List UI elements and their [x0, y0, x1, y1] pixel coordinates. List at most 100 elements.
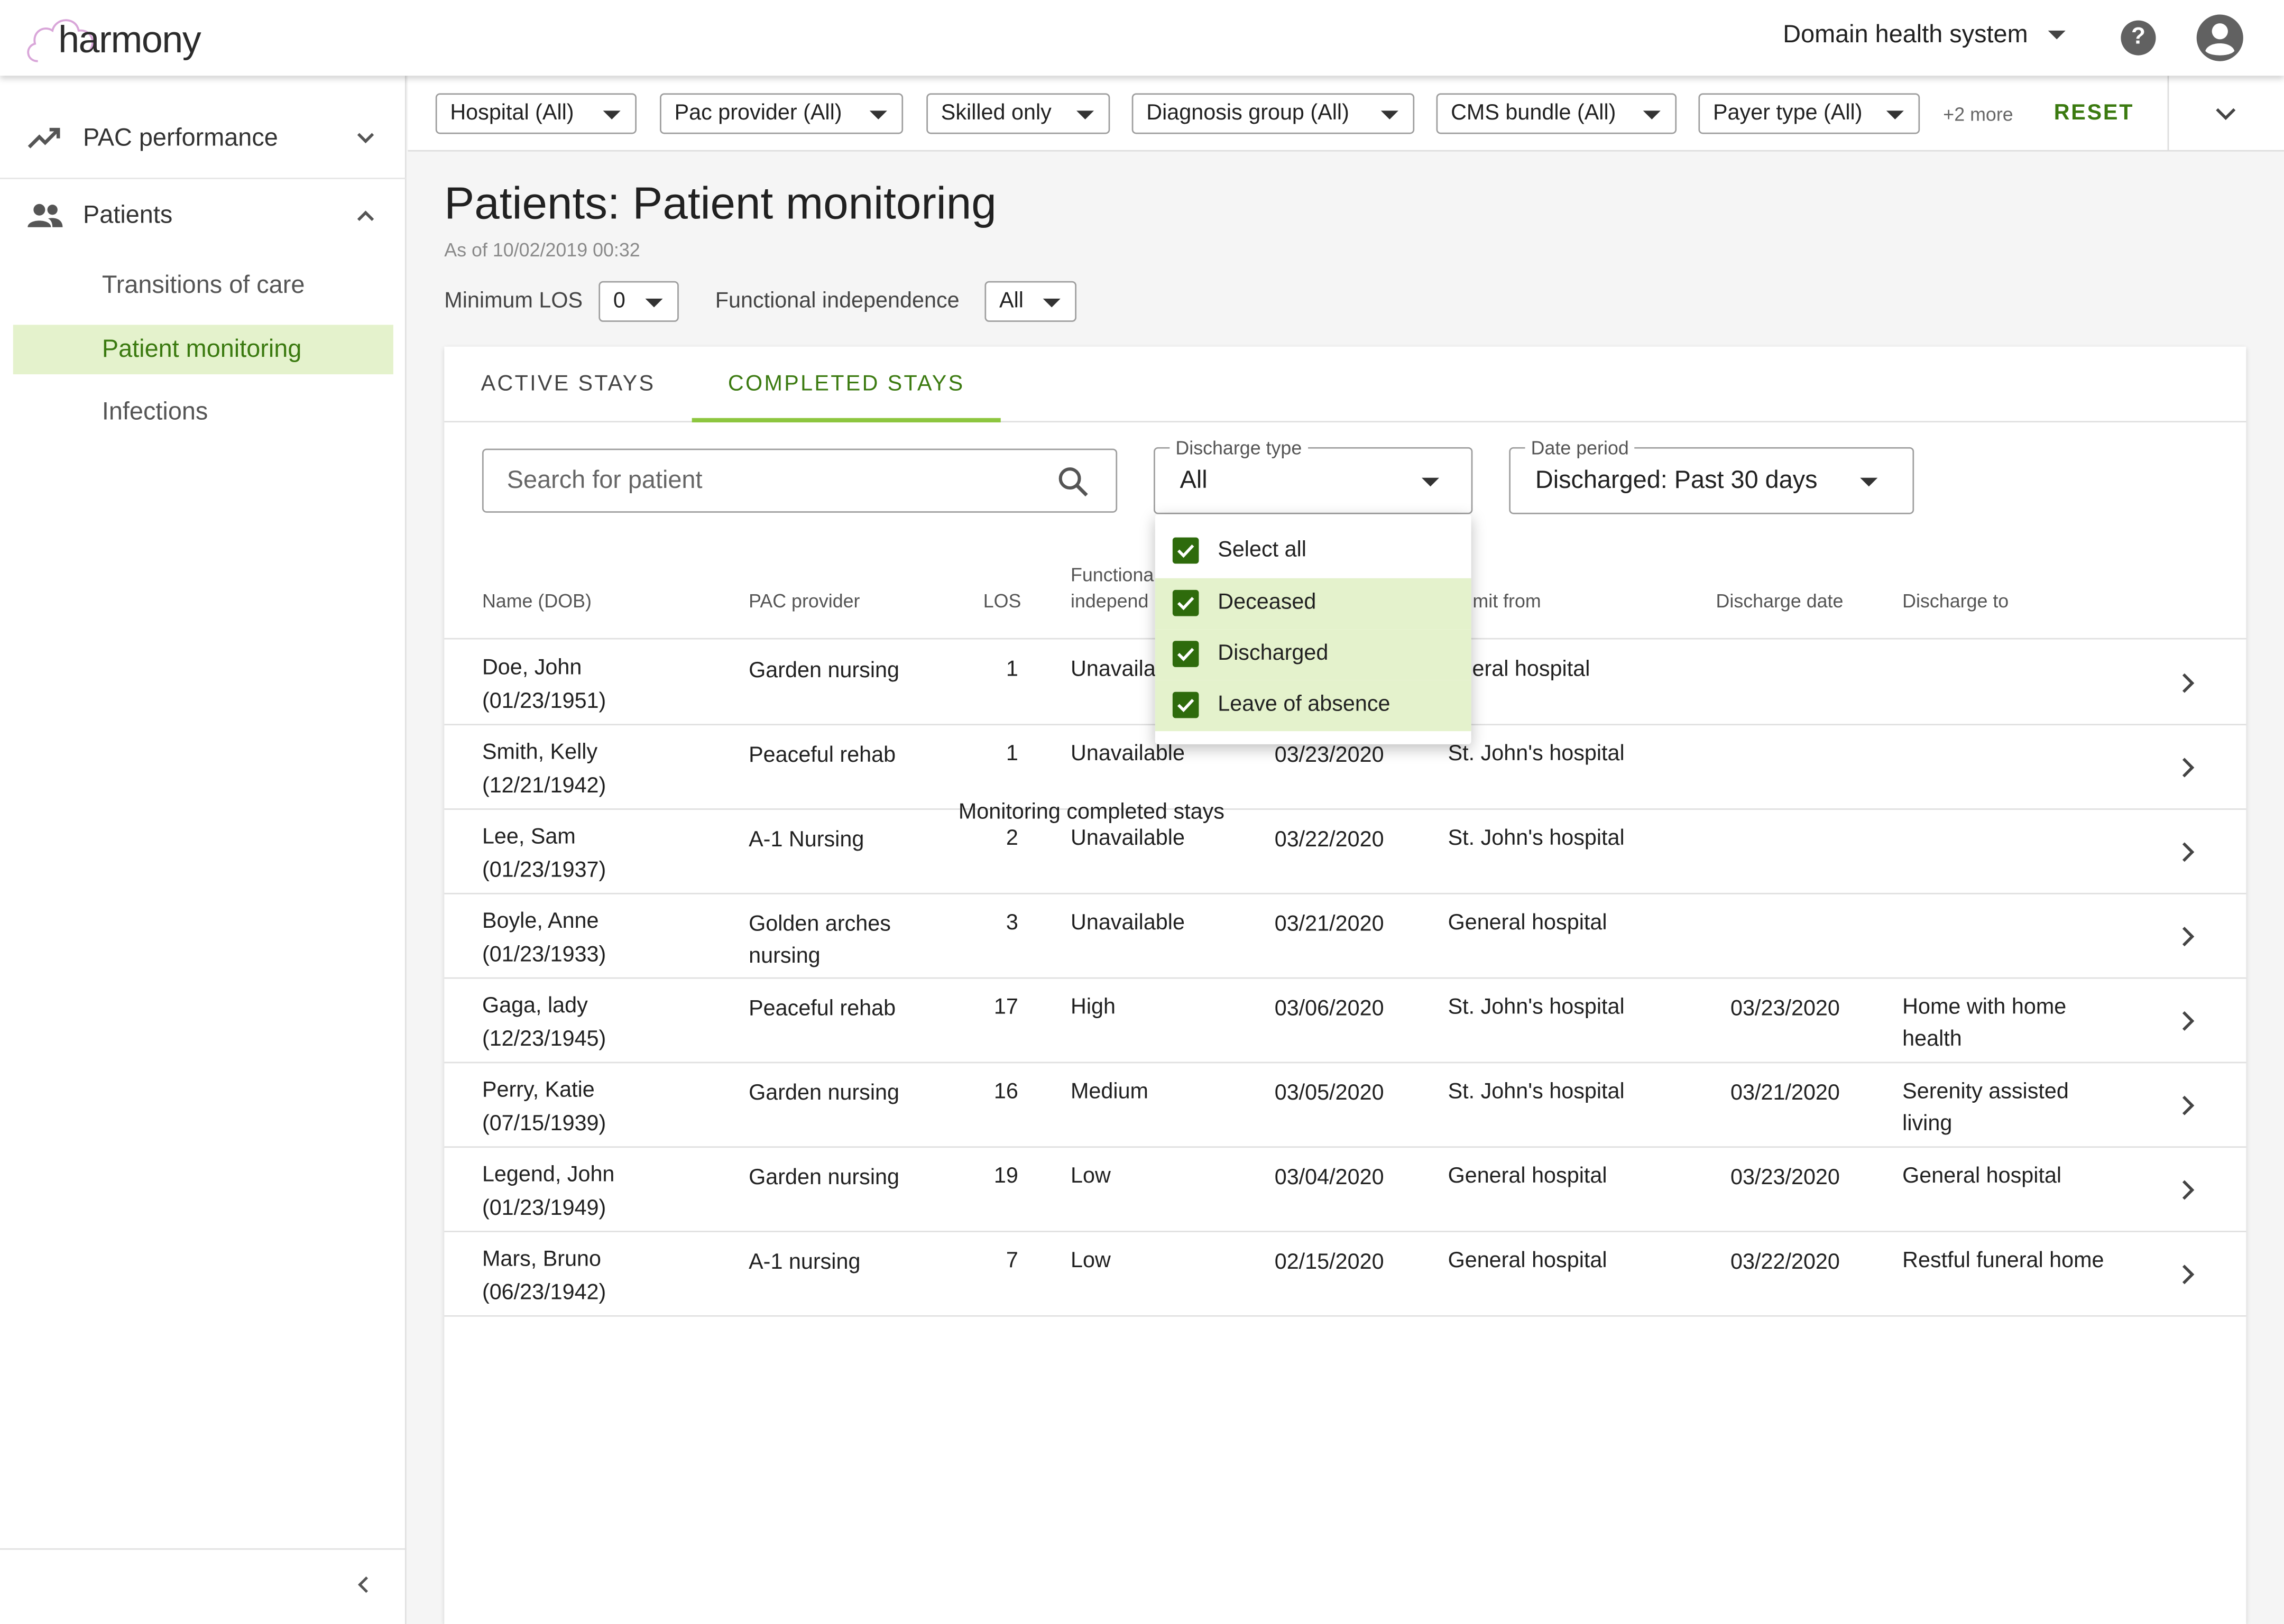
admit-from: St. John's hospital — [1448, 741, 1625, 767]
chevron-right-icon[interactable] — [2180, 1178, 2195, 1202]
patient-name: Perry, Katie — [482, 1077, 595, 1103]
filter-hospital[interactable]: Hospital (All) — [435, 93, 637, 134]
patient-dob: (06/23/1942) — [482, 1280, 606, 1305]
table-row[interactable]: Lee, Sam (01/23/1937) A-1 Nursing 2 Unav… — [444, 810, 2246, 894]
column-header-provider[interactable]: PAC provider — [749, 590, 860, 612]
account-circle-icon[interactable] — [2195, 13, 2245, 63]
filter-diagnosis-group[interactable]: Diagnosis group (All) — [1131, 93, 1415, 134]
filter-cms-bundle[interactable]: CMS bundle (All) — [1436, 93, 1677, 134]
chevron-right-icon[interactable] — [2180, 925, 2195, 948]
organization-select[interactable]: Domain health system — [1783, 21, 2066, 50]
search-icon[interactable] — [1056, 465, 1091, 500]
pac-provider: Golden arches — [749, 911, 891, 937]
chevron-right-icon[interactable] — [2180, 1263, 2195, 1286]
sidebar-section-patients[interactable]: Patients — [0, 178, 407, 253]
functional-independence: Medium — [1070, 1079, 1149, 1104]
menu-item-leave-of-absence[interactable]: Leave of absence — [1155, 680, 1471, 732]
sidebar-section-label: PAC performance — [83, 124, 278, 152]
column-header-los[interactable]: LOS — [983, 590, 1021, 612]
pac-provider: Garden nursing — [749, 1081, 900, 1106]
filter-label: Skilled only — [941, 100, 1052, 125]
sidebar-item-infections[interactable]: Infections — [13, 387, 393, 437]
functional-independence-select[interactable]: All — [984, 281, 1077, 322]
column-header-name[interactable]: Name (DOB) — [482, 590, 592, 612]
menu-item-select-all[interactable]: Select all — [1155, 526, 1471, 577]
column-header-functional[interactable]: Functiona — [1071, 564, 1154, 585]
filter-label: Payer type (All) — [1712, 100, 1863, 125]
admit-date: 03/23/2020 — [1274, 743, 1384, 768]
discharge-to: General hospital — [1902, 1164, 2062, 1189]
more-filters-link[interactable]: +2 more — [1943, 104, 2013, 125]
harmony-logo[interactable]: harmony — [23, 9, 227, 67]
date-period-value: Discharged: Past 30 days — [1535, 466, 1818, 494]
chevron-left-icon[interactable] — [354, 1574, 374, 1595]
help-icon[interactable]: ? — [2121, 20, 2156, 56]
chevron-down-icon[interactable] — [2214, 105, 2237, 122]
sidebar-section-label: Patients — [83, 201, 173, 229]
menu-item-label: Deceased — [1218, 589, 1316, 615]
menu-item-label: Select all — [1218, 537, 1306, 562]
filter-skilled[interactable]: Skilled only — [926, 93, 1110, 134]
date-period-select[interactable]: Date period Discharged: Past 30 days — [1509, 437, 1914, 514]
checkbox-checked-icon[interactable] — [1172, 641, 1199, 667]
table-row[interactable]: Boyle, Anne (01/23/1933) Golden arches n… — [444, 894, 2246, 979]
sidebar-item-patient-monitoring[interactable]: Patient monitoring — [13, 325, 393, 375]
chevron-right-icon[interactable] — [2180, 756, 2195, 779]
search-input[interactable] — [506, 464, 1032, 497]
table-row[interactable]: Mars, Bruno (06/23/1942) A-1 nursing 7 L… — [444, 1232, 2246, 1317]
discharge-type-select[interactable]: Discharge type All — [1154, 437, 1473, 514]
admit-date: 03/22/2020 — [1274, 827, 1384, 852]
caret-down-icon — [1643, 110, 1661, 119]
admit-date: 03/05/2020 — [1274, 1081, 1384, 1106]
chevron-right-icon[interactable] — [2180, 1094, 2195, 1117]
los-value: 1 — [1006, 657, 1018, 682]
sidebar-section-pac-performance[interactable]: PAC performance — [0, 100, 407, 176]
min-los-value: 0 — [613, 288, 625, 313]
page-title: Patients: Patient monitoring — [444, 178, 997, 229]
chevron-right-icon[interactable] — [2180, 841, 2195, 864]
chevron-right-icon[interactable] — [2180, 671, 2195, 695]
checkbox-checked-icon[interactable] — [1172, 691, 1199, 718]
admit-from: General hospital — [1448, 1248, 1607, 1274]
admit-from: St. John's hospital — [1448, 994, 1625, 1020]
table-row[interactable]: Gaga, lady (12/23/1945) Peaceful rehab 1… — [444, 979, 2246, 1064]
table-row[interactable]: Legend, John (01/23/1949) Garden nursing… — [444, 1148, 2246, 1232]
checkbox-checked-icon[interactable] — [1172, 537, 1199, 564]
sidebar-item-transitions-of-care[interactable]: Transitions of care — [13, 261, 393, 310]
column-header-discharge-date[interactable]: Discharge date — [1716, 590, 1844, 612]
pac-provider: A-1 nursing — [749, 1249, 861, 1275]
pac-provider: Garden nursing — [749, 1165, 900, 1190]
patient-search[interactable] — [482, 448, 1118, 513]
tooltip: Monitoring completed stays — [958, 799, 1224, 825]
column-header-discharge-to[interactable]: Discharge to — [1902, 590, 2009, 612]
tab-active-stays[interactable]: ACTIVE STAYS — [444, 347, 692, 422]
pac-provider: Garden nursing — [749, 658, 900, 684]
caret-down-icon — [1421, 477, 1440, 487]
column-header-admit-from[interactable]: mit from — [1472, 590, 1541, 612]
los-value: 2 — [1006, 826, 1018, 851]
discharge-to-line2: living — [1902, 1111, 1953, 1137]
checkbox-checked-icon[interactable] — [1172, 589, 1199, 616]
los-value: 3 — [1006, 910, 1018, 935]
patient-dob: (12/21/1942) — [482, 773, 606, 798]
los-value: 16 — [993, 1079, 1018, 1104]
functional-independence-value: All — [999, 288, 1024, 313]
patient-dob: (07/15/1939) — [482, 1111, 606, 1137]
reset-button[interactable]: RESET — [2054, 100, 2134, 125]
filter-payer-type[interactable]: Payer type (All) — [1698, 93, 1920, 134]
filter-pac-provider[interactable]: Pac provider (All) — [660, 93, 904, 134]
discharge-to-line2: health — [1902, 1027, 1962, 1052]
tab-completed-stays[interactable]: COMPLETED STAYS — [692, 347, 1001, 422]
menu-item-discharged[interactable]: Discharged — [1155, 629, 1471, 680]
table-row[interactable]: Perry, Katie (07/15/1939) Garden nursing… — [444, 1063, 2246, 1148]
chevron-right-icon[interactable] — [2180, 1009, 2195, 1032]
patient-name: Mars, Bruno — [482, 1247, 602, 1272]
patient-dob: (12/23/1945) — [482, 1027, 606, 1052]
admit-from: St. John's hospital — [1448, 1079, 1625, 1104]
logo-text: harmony — [58, 17, 201, 61]
min-los-select[interactable]: 0 — [598, 281, 679, 322]
filter-label: Pac provider (All) — [674, 100, 842, 125]
los-value: 1 — [1006, 741, 1018, 767]
menu-item-deceased[interactable]: Deceased — [1155, 578, 1471, 630]
patient-dob: (01/23/1933) — [482, 942, 606, 967]
